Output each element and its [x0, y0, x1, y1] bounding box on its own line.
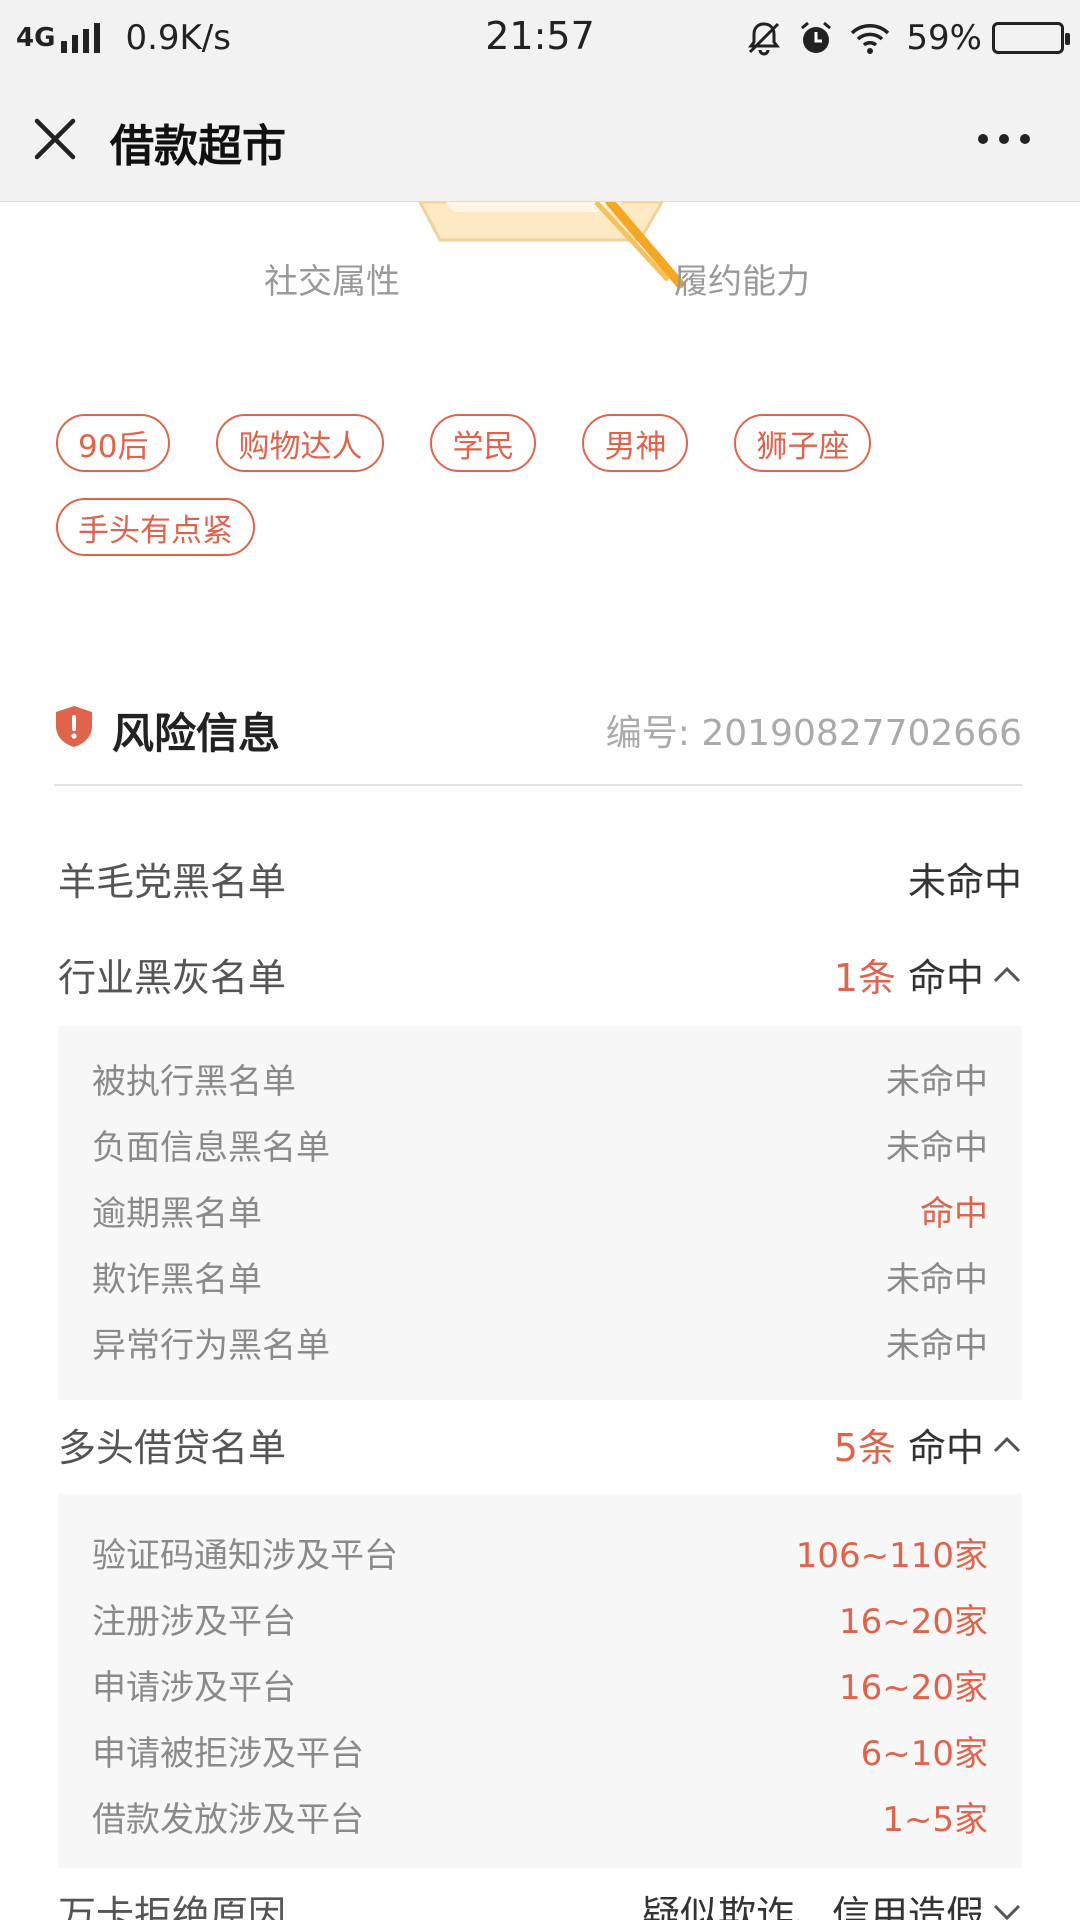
row-multi-lending[interactable]: 多头借贷名单 5条 命中 — [58, 1409, 1022, 1479]
list-item: 验证码通知涉及平台 106~110家 — [92, 1522, 988, 1582]
status-right: 59% — [746, 14, 1070, 62]
list-item: 欺诈黑名单 未命中 — [92, 1246, 988, 1306]
dot-icon — [999, 134, 1009, 144]
item-label: 申请被拒涉及平台 — [92, 1733, 364, 1774]
list-item: 借款发放涉及平台 1~5家 — [92, 1786, 988, 1846]
item-label: 被执行黑名单 — [92, 1061, 296, 1102]
row-value: 5条 命中 — [834, 1417, 1022, 1472]
list-item: 注册涉及平台 16~20家 — [92, 1588, 988, 1648]
item-value: 106~110家 — [795, 1535, 988, 1576]
row-value: 疑似欺诈、信用造假 — [642, 1884, 1022, 1920]
industry-details-panel: 被执行黑名单 未命中 负面信息黑名单 未命中 逾期黑名单 命中 欺诈黑名单 未命… — [58, 1026, 1022, 1400]
radar-label-social: 社交属性 — [264, 262, 400, 302]
tag: 狮子座 — [734, 414, 872, 472]
item-label: 欺诈黑名单 — [92, 1259, 262, 1300]
hit-status: 命中 — [907, 1425, 984, 1470]
item-label: 验证码通知涉及平台 — [92, 1535, 398, 1576]
radar-label-performance: 履约能力 — [674, 262, 810, 302]
hit-status: 命中 — [907, 955, 984, 1000]
item-value: 6~10家 — [860, 1733, 988, 1774]
battery-percent: 59% — [906, 18, 982, 58]
item-value: 未命中 — [886, 1061, 988, 1102]
close-icon — [34, 118, 76, 160]
list-item: 异常行为黑名单 未命中 — [92, 1312, 988, 1372]
radar-shape — [417, 197, 685, 289]
tag: 手头有点紧 — [56, 498, 255, 556]
user-tags: 90后 购物达人 学民 男神 狮子座 手头有点紧 — [56, 414, 1036, 582]
row-wool-blacklist: 羊毛党黑名单 未命中 — [58, 843, 1022, 913]
risk-section-header: 风险信息 编号: 20190827702666 — [54, 690, 1022, 786]
serial-number: 编号: 20190827702666 — [605, 713, 1022, 754]
list-item: 逾期黑名单 命中 — [92, 1180, 988, 1240]
status-bar: 4G 0.9K/s 21:57 59% — [0, 0, 1080, 76]
hit-count: 1条 — [833, 955, 896, 1000]
close-button[interactable] — [32, 116, 78, 162]
tag: 购物达人 — [216, 414, 385, 472]
row-wanka-rejection[interactable]: 万卡拒绝原因 疑似欺诈、信用造假 — [58, 1876, 1022, 1920]
hit-count: 5条 — [833, 1425, 896, 1470]
item-value: 未命中 — [886, 1325, 988, 1366]
page-title: 借款超市 — [110, 121, 286, 172]
mute-bell-icon — [746, 20, 782, 56]
item-label: 逾期黑名单 — [92, 1193, 262, 1234]
shield-alert-icon — [56, 706, 92, 747]
alarm-icon — [798, 20, 834, 56]
more-menu-button[interactable] — [967, 134, 1030, 144]
battery-icon — [992, 22, 1070, 54]
row-label: 多头借贷名单 — [58, 1425, 287, 1470]
item-value: 16~20家 — [838, 1667, 988, 1708]
item-value: 16~20家 — [838, 1601, 988, 1642]
tag: 学民 — [430, 414, 537, 472]
chevron-up-icon[interactable] — [992, 1429, 1022, 1459]
row-label: 行业黑灰名单 — [58, 955, 287, 1000]
dot-icon — [1020, 134, 1030, 144]
list-item: 被执行黑名单 未命中 — [92, 1048, 988, 1108]
item-value: 未命中 — [886, 1127, 988, 1168]
item-label: 借款发放涉及平台 — [92, 1799, 364, 1840]
tag: 90后 — [56, 414, 171, 472]
row-value: 1条 命中 — [834, 947, 1022, 1002]
section-title: 风险信息 — [112, 709, 281, 758]
item-value: 未命中 — [886, 1259, 988, 1300]
dot-icon — [978, 134, 988, 144]
item-label: 申请涉及平台 — [92, 1667, 296, 1708]
item-label: 异常行为黑名单 — [92, 1325, 330, 1366]
multi-lending-details-panel: 验证码通知涉及平台 106~110家 注册涉及平台 16~20家 申请涉及平台 … — [58, 1494, 1022, 1868]
item-value: 1~5家 — [882, 1799, 988, 1840]
row-label: 羊毛党黑名单 — [58, 859, 287, 904]
row-label: 万卡拒绝原因 — [58, 1892, 287, 1920]
list-item: 申请涉及平台 16~20家 — [92, 1654, 988, 1714]
item-label: 负面信息黑名单 — [92, 1127, 330, 1168]
wifi-icon — [850, 21, 890, 55]
list-item: 申请被拒涉及平台 6~10家 — [92, 1720, 988, 1780]
radar-chart: 社交属性 履约能力 — [0, 197, 1080, 322]
row-industry-blacklist[interactable]: 行业黑灰名单 1条 命中 — [58, 939, 1022, 1009]
item-value: 命中 — [920, 1193, 988, 1234]
row-value: 未命中 — [907, 859, 1022, 904]
chevron-up-icon[interactable] — [992, 959, 1022, 989]
list-item: 负面信息黑名单 未命中 — [92, 1114, 988, 1174]
nav-bar: 借款超市 — [0, 76, 1080, 202]
chevron-down-icon[interactable] — [992, 1896, 1022, 1920]
tag: 男神 — [582, 414, 689, 472]
rejection-reasons: 疑似欺诈、信用造假 — [641, 1892, 984, 1920]
item-label: 注册涉及平台 — [92, 1601, 296, 1642]
